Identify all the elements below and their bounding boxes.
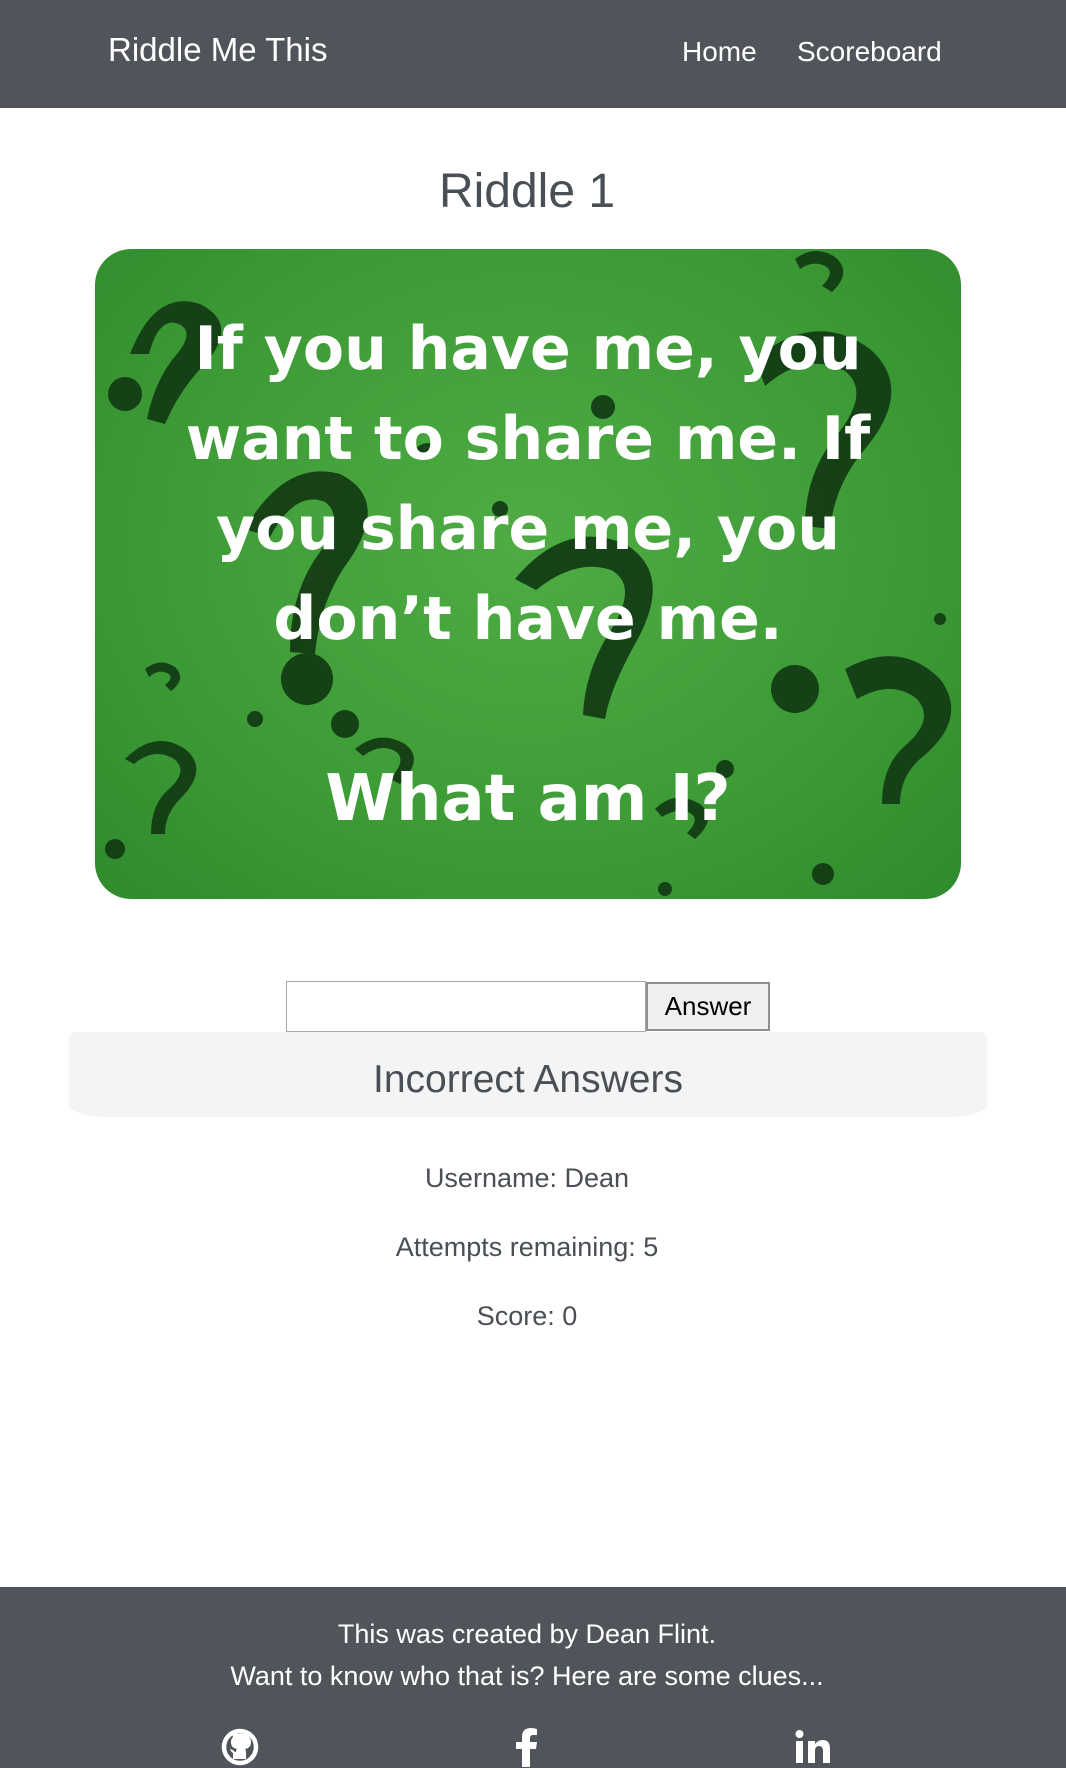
- footer-clues: Want to know who that is? Here are some …: [230, 1661, 824, 1691]
- score-text: Score: 0: [476, 1301, 578, 1331]
- answer-input[interactable]: [286, 981, 646, 1032]
- answer-button[interactable]: Answer: [646, 982, 770, 1031]
- username-text: Username: Dean: [424, 1163, 630, 1193]
- attempts-remaining-text: Attempts remaining: 5: [395, 1232, 659, 1262]
- brand-title[interactable]: Riddle Me This: [108, 31, 327, 69]
- footer-credit: This was created by Dean Flint.: [337, 1619, 717, 1649]
- footer: This was created by Dean Flint. Want to …: [0, 1587, 1066, 1768]
- top-navbar: Riddle Me This Home Scoreboard: [0, 0, 1066, 108]
- nav-link-home[interactable]: Home: [682, 36, 757, 68]
- riddle-title: Riddle 1: [438, 165, 616, 218]
- riddle-line: If you have me, you: [194, 314, 862, 384]
- github-icon[interactable]: [220, 1727, 260, 1767]
- riddle-question: What am I?: [325, 762, 731, 836]
- nav-link-scoreboard[interactable]: Scoreboard: [797, 36, 942, 68]
- riddle-line: you share me, you: [216, 494, 840, 564]
- linkedin-icon[interactable]: [793, 1727, 833, 1767]
- riddle-line: don’t have me.: [273, 584, 783, 654]
- incorrect-answers-panel: Incorrect Answers: [69, 1032, 987, 1117]
- facebook-icon[interactable]: [507, 1727, 547, 1767]
- riddle-image: If you have me, you want to share me. If…: [95, 249, 961, 899]
- incorrect-answers-title: Incorrect Answers: [373, 1058, 683, 1101]
- riddle-line: want to share me. If: [185, 404, 871, 474]
- riddle-text: If you have me, you want to share me. If…: [95, 304, 961, 664]
